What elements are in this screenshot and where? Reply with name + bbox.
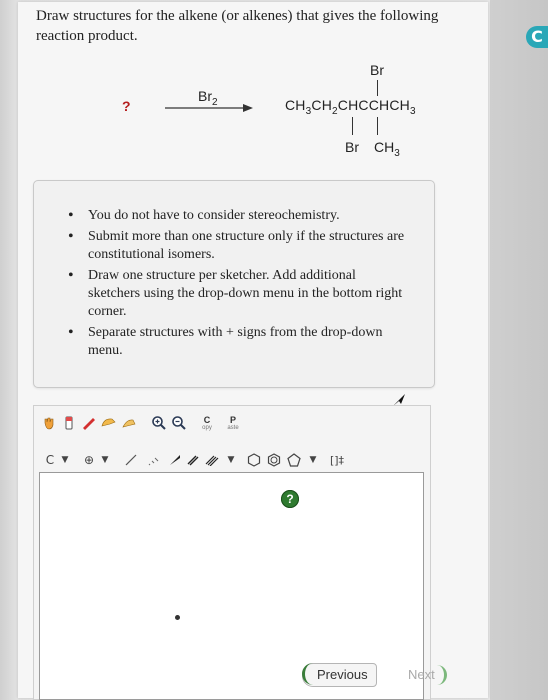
help-button[interactable]: ? bbox=[281, 490, 299, 508]
paste-sub-label: aste bbox=[227, 425, 239, 431]
paste-label: P bbox=[229, 415, 236, 425]
atom-selector[interactable]: C bbox=[38, 450, 62, 470]
product-part: CH bbox=[311, 97, 333, 113]
zoom-out-icon[interactable] bbox=[170, 414, 188, 432]
ch3-main: CH bbox=[374, 139, 395, 155]
lasso-tool-icon[interactable] bbox=[100, 414, 118, 432]
unknown-reactant: ? bbox=[122, 98, 131, 114]
substituent-br-bottom: Br bbox=[345, 139, 359, 155]
single-bond-icon[interactable] bbox=[124, 450, 138, 470]
product-part: CH bbox=[285, 97, 306, 113]
instruction-item: Submit more than one structure only if t… bbox=[68, 228, 408, 264]
instruction-item: Separate structures with + signs from th… bbox=[68, 324, 408, 360]
bracket-button[interactable]: []‡ bbox=[326, 450, 348, 470]
cyclohexane-icon[interactable] bbox=[246, 450, 262, 470]
previous-button[interactable]: Previous bbox=[302, 663, 377, 687]
bracket-label: []‡ bbox=[329, 453, 345, 467]
zoom-in-icon[interactable] bbox=[150, 414, 168, 432]
pencil-tool-icon[interactable] bbox=[80, 414, 98, 432]
ch3-sub: 3 bbox=[394, 147, 400, 159]
instructions-box: You do not have to consider stereochemis… bbox=[33, 180, 435, 388]
wedge-bond-icon[interactable] bbox=[168, 450, 182, 470]
product-sub: 3 bbox=[409, 105, 416, 117]
bond-bottom-left bbox=[352, 117, 353, 135]
instruction-item: You do not have to consider stereochemis… bbox=[68, 207, 408, 225]
eraser-tool-icon[interactable] bbox=[60, 414, 78, 432]
hashed-bond-icon[interactable] bbox=[146, 450, 162, 470]
substituent-br-top: Br bbox=[370, 62, 384, 78]
reagent-main: Br bbox=[198, 88, 212, 104]
hand-tool-icon[interactable] bbox=[40, 414, 58, 432]
substituent-ch3: CH3 bbox=[374, 139, 400, 159]
copy-button[interactable]: C opy bbox=[198, 414, 216, 432]
charge-dropdown-icon[interactable]: ▼ bbox=[100, 450, 110, 470]
charge-label: ⊕ bbox=[83, 453, 95, 467]
reaction-arrow bbox=[165, 104, 253, 112]
product-formula: CH3CH2CHCCHCH3 bbox=[285, 97, 416, 117]
copy-sub-label: opy bbox=[202, 425, 212, 431]
paste-button[interactable]: P aste bbox=[224, 414, 242, 432]
copy-label: C bbox=[203, 415, 211, 425]
canvas-dot bbox=[175, 615, 180, 620]
select-tool-icon[interactable] bbox=[120, 414, 138, 432]
sketcher-toolbar-bottom: C ▼ ⊕ ▼ ▼ ▼ []‡ bbox=[38, 448, 428, 472]
cyclopentane-icon[interactable] bbox=[286, 450, 302, 470]
triple-bond-icon[interactable] bbox=[204, 450, 220, 470]
atom-label: C bbox=[45, 453, 55, 467]
benzene-icon[interactable] bbox=[266, 450, 282, 470]
bond-dropdown-icon[interactable]: ▼ bbox=[226, 450, 236, 470]
sketcher-toolbar-top: C opy P aste bbox=[38, 410, 288, 438]
product-part: CHCCHCH bbox=[337, 97, 410, 113]
charge-button[interactable]: ⊕ bbox=[80, 450, 98, 470]
double-bond-icon[interactable] bbox=[186, 450, 200, 470]
next-button[interactable]: Next bbox=[402, 665, 447, 685]
instruction-item: Draw one structure per sketcher. Add add… bbox=[68, 267, 408, 321]
bond-bottom-right bbox=[377, 117, 378, 135]
instructions-list: You do not have to consider stereochemis… bbox=[68, 207, 408, 363]
reaction-scheme: ? Br2 CH3CH2CHCCHCH3 Br Br CH3 bbox=[0, 0, 548, 180]
atom-dropdown-icon[interactable]: ▼ bbox=[60, 450, 70, 470]
bond-top bbox=[377, 80, 378, 96]
ring-dropdown-icon[interactable]: ▼ bbox=[308, 450, 318, 470]
